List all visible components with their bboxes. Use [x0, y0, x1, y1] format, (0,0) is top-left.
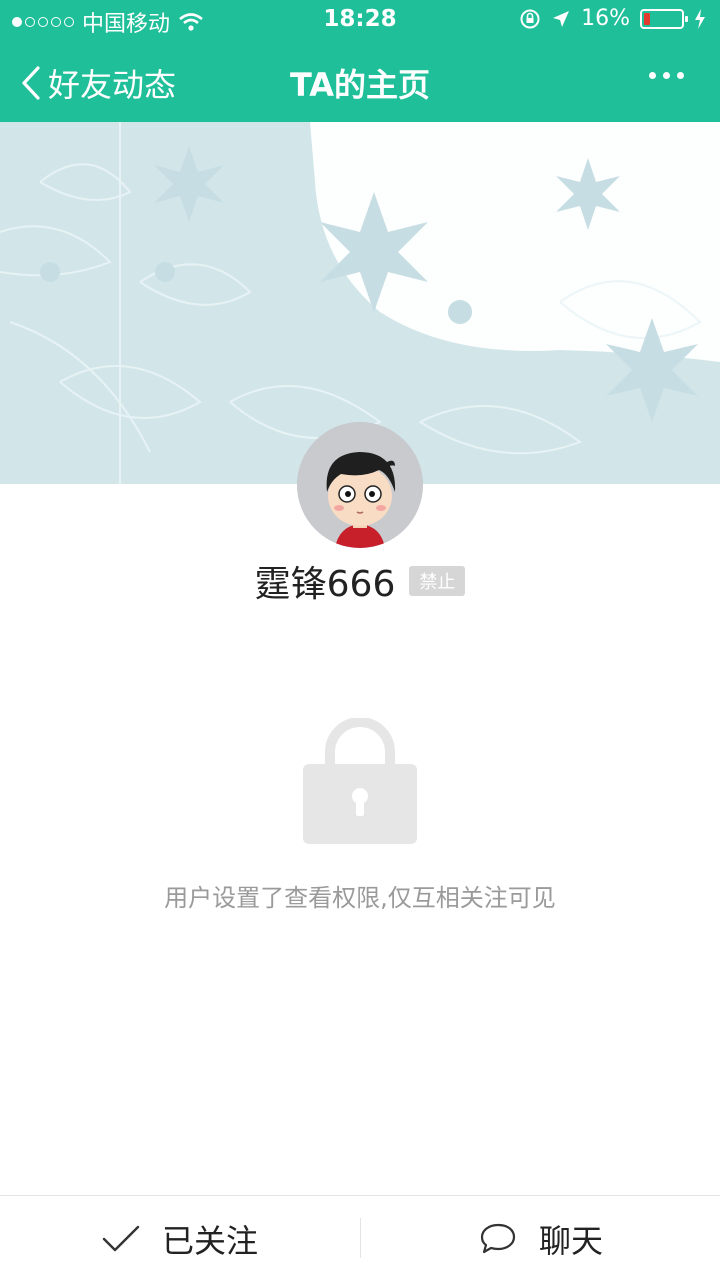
status-right: 16% — [519, 6, 706, 31]
more-dots-icon[interactable] — [649, 72, 684, 79]
checkmark-icon — [102, 1225, 140, 1251]
privacy-notice: 用户设置了查看权限,仅互相关注可见 — [164, 884, 556, 912]
nav-bar: 好友动态 TA的主页 — [0, 40, 720, 122]
top-bar: 中国移动 18:28 16% 好友动态 TA的主页 — [0, 0, 720, 122]
page-title: TA的主页 — [289, 66, 431, 104]
followed-label: 已关注 — [161, 1221, 258, 1260]
followed-button[interactable]: 已关注 — [0, 1196, 360, 1281]
lock-icon — [303, 718, 417, 844]
bottom-action-bar: 已关注 聊天 — [0, 1195, 720, 1281]
battery-percent: 16% — [581, 6, 630, 31]
status-badge: 禁止 — [409, 566, 466, 596]
charging-bolt-icon — [695, 8, 705, 29]
chat-button[interactable]: 聊天 — [361, 1196, 720, 1281]
battery-icon — [640, 8, 688, 29]
username-row: 霆锋666 禁止 — [0, 556, 720, 606]
chat-bubble-icon — [480, 1223, 516, 1253]
chat-label: 聊天 — [538, 1221, 603, 1260]
avatar[interactable] — [297, 422, 423, 548]
location-arrow-icon — [553, 10, 570, 27]
username: 霆锋666 — [254, 564, 396, 605]
avatar-illustration — [297, 422, 423, 548]
status-bar: 中国移动 18:28 16% — [0, 0, 720, 40]
rotation-lock-icon — [520, 9, 540, 28]
